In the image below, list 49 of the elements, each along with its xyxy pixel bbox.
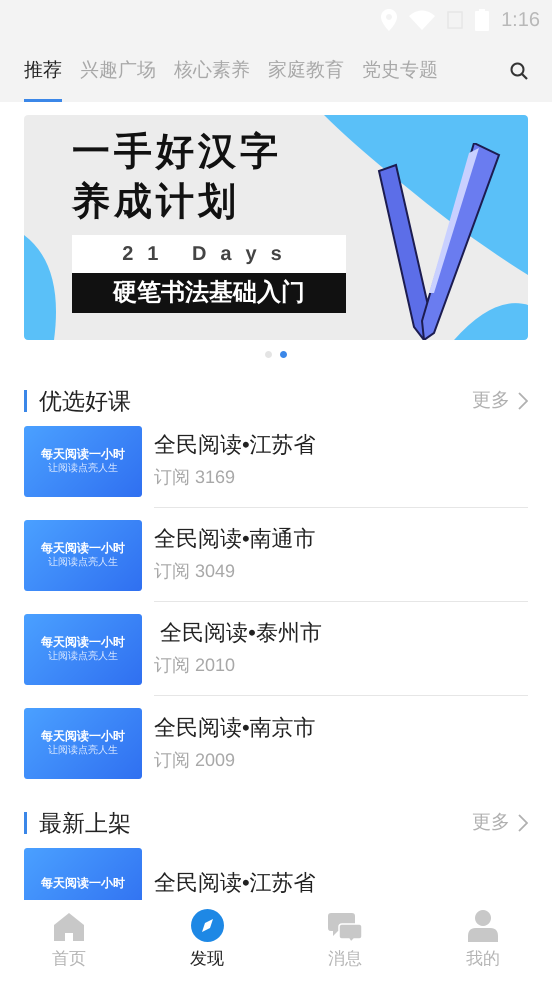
clock-time: 1:16 [501,8,540,33]
subscription-count: 订阅 2010 [154,654,236,677]
thumbnail-title: 每天阅读一小时 [41,542,125,554]
course-title: 全民阅读•江苏省 [154,869,317,897]
course-title: 全民阅读•泰州市 [159,619,323,647]
chat-bubbles-icon [328,912,362,942]
thumbnail-title: 每天阅读一小时 [41,877,125,889]
category-tab[interactable]: 核心素养 [174,40,250,102]
thumbnail-subtitle: 让阅读点亮人生 [48,558,118,568]
nav-tab[interactable]: 消息 [276,900,414,981]
section-title: 优选好课 [39,386,132,416]
banner-title: 一手好汉字 [72,130,283,175]
category-tab[interactable]: 党史专题 [362,40,438,102]
section-title: 最新上架 [39,808,132,838]
more-link[interactable]: 更多 [472,386,528,416]
thumbnail-title: 每天阅读一小时 [41,636,125,648]
thumbnail-subtitle: 让阅读点亮人生 [48,652,118,662]
thumbnail-title: 每天阅读一小时 [41,730,125,742]
nav-tab[interactable]: 我的 [414,900,552,981]
nav-tab[interactable]: 首页 [0,900,138,981]
course-title: 全民阅读•南通市 [154,525,317,553]
chevron-right-icon [518,392,528,410]
home-icon [53,912,85,942]
course-item[interactable]: 每天阅读一小时 全民阅读•江苏省 [24,836,528,900]
banner-subtitle: 硬笔书法基础入门 [72,273,346,313]
category-tab[interactable]: 兴趣广场 [80,40,156,102]
subscription-count: 订阅 2009 [154,748,236,772]
category-tab[interactable]: 家庭教育 [268,40,344,102]
banner[interactable]: 一手好汉字 养成计划 21 Days 硬笔书法基础入门 [24,115,528,340]
category-tab[interactable]: 推荐 [24,40,62,102]
search-icon [510,62,528,80]
thumbnail-subtitle: 让阅读点亮人生 [48,746,118,756]
course-item[interactable]: 每天阅读一小时 让阅读点亮人生 全民阅读•泰州市 订阅 2010 [24,602,528,696]
course-item[interactable]: 每天阅读一小时 让阅读点亮人生 全民阅读•南通市 订阅 3049 [24,508,528,602]
thumbnail-title: 每天阅读一小时 [41,448,125,460]
banner-title: 养成计划 [72,180,241,225]
course-item[interactable]: 每天阅读一小时 让阅读点亮人生 全民阅读•江苏省 订阅 3169 [24,414,528,508]
course-title: 全民阅读•南京市 [154,714,317,742]
subscription-count: 订阅 3049 [154,560,236,583]
nav-tab[interactable]: 发现 [138,900,276,981]
person-icon [468,910,498,942]
more-link[interactable]: 更多 [472,808,528,838]
banner-days: 21 Days [72,235,346,273]
course-title: 全民阅读•江苏省 [154,431,317,459]
compass-icon [190,909,224,942]
chevron-right-icon [518,814,528,832]
course-item[interactable]: 每天阅读一小时 让阅读点亮人生 全民阅读•南京市 订阅 2009 [24,696,528,790]
subscription-count: 订阅 3169 [154,466,236,489]
thumbnail-subtitle: 让阅读点亮人生 [48,464,118,474]
